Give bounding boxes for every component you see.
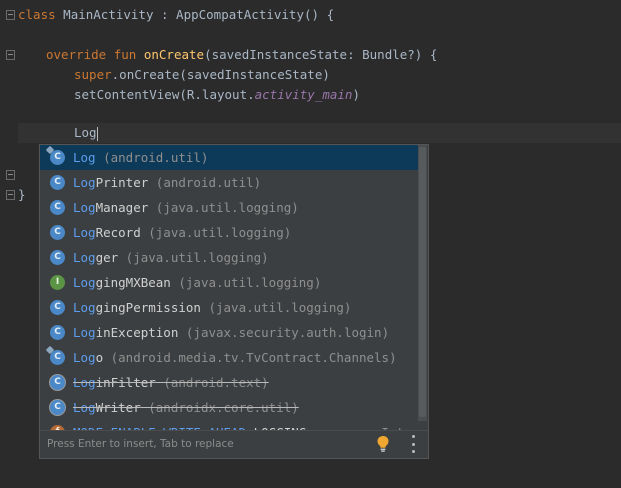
- code-line-super[interactable]: super.onCreate(savedInstanceState): [74, 65, 330, 85]
- text-caret: [96, 126, 98, 141]
- completion-location: (javax.security.auth.login): [178, 325, 390, 340]
- interface-icon: I: [50, 275, 65, 290]
- completion-rest: inException: [95, 325, 179, 340]
- completion-item-text: LoggingPermission (java.util.logging): [73, 295, 351, 320]
- code-line-typing[interactable]: Log: [74, 123, 98, 143]
- completion-item[interactable]: C Logo (android.media.tv.TvContract.Chann…: [40, 345, 418, 370]
- code-line-closing-brace[interactable]: }: [18, 185, 26, 205]
- scrollbar-thumb[interactable]: [419, 147, 426, 417]
- completion-item-text: LoggingMXBean (java.util.logging): [73, 270, 321, 295]
- completion-item-text: Log (android.util): [73, 145, 208, 170]
- function-name: onCreate: [143, 47, 205, 62]
- completion-match: Log: [73, 200, 96, 215]
- completion-match: Log: [73, 350, 96, 365]
- completion-item[interactable]: C LogWriter (androidx.core.util): [40, 395, 418, 420]
- completion-rest: inFilter: [95, 375, 156, 390]
- completion-match: Log: [73, 400, 96, 415]
- code-line-setcontentview[interactable]: setContentView(R.layout.activity_main): [74, 85, 360, 105]
- completion-match: Log: [73, 250, 96, 265]
- completion-item[interactable]: I LoggingMXBean (java.util.logging): [40, 270, 418, 295]
- completion-rest: gingPermission: [95, 300, 201, 315]
- completion-item[interactable]: C LoginException (javax.security.auth.log…: [40, 320, 418, 345]
- completion-item[interactable]: C LoggingPermission (java.util.logging): [40, 295, 418, 320]
- completion-location: (java.util.logging): [200, 300, 352, 315]
- set-content-view-call: setContentView(R.layout.: [74, 87, 255, 102]
- current-line-highlight: [18, 123, 621, 143]
- completion-rest: Record: [95, 225, 141, 240]
- completion-match: Log: [73, 325, 96, 340]
- completion-location: (android.util): [148, 175, 262, 190]
- completion-item-text: LogPrinter (android.util): [73, 170, 261, 195]
- completion-scrollbar[interactable]: [418, 145, 427, 421]
- completion-item[interactable]: C LogManager (java.util.logging): [40, 195, 418, 220]
- closing-brace: }: [18, 187, 26, 202]
- code-line-override[interactable]: override fun onCreate(savedInstanceState…: [46, 45, 437, 65]
- class-icon: C: [50, 400, 65, 415]
- class-icon: C: [50, 225, 65, 240]
- completion-item-text: LogManager (java.util.logging): [73, 195, 299, 220]
- keyword-super: super: [74, 67, 112, 82]
- completion-item[interactable]: C Logger (java.util.logging): [40, 245, 418, 270]
- completion-rest: Writer: [95, 400, 141, 415]
- completion-location: (android.text): [155, 375, 269, 390]
- completion-item[interactable]: C Log (android.util): [40, 145, 418, 170]
- class-icon: C: [50, 350, 65, 365]
- completion-match: Log: [73, 275, 96, 290]
- class-icon: C: [50, 375, 65, 390]
- lightbulb-icon[interactable]: [377, 436, 389, 452]
- completion-item-text: Logo (android.media.tv.TvContract.Channe…: [73, 345, 397, 370]
- completion-location: (java.util.logging): [140, 225, 292, 240]
- code-completion-popup[interactable]: C Log (android.util) C LogPrinter (android.…: [39, 144, 429, 459]
- layout-resource: activity_main: [254, 87, 353, 102]
- class-icon: C: [50, 250, 65, 265]
- completion-item[interactable]: C LoginFilter (android.text): [40, 370, 418, 395]
- close-paren: ): [352, 87, 360, 102]
- completion-item-text: LoginFilter (android.text): [73, 370, 269, 395]
- completion-rest: o: [95, 350, 104, 365]
- completion-location: (java.util.logging): [148, 200, 299, 215]
- completion-location: (java.util.logging): [170, 275, 322, 290]
- completion-item-text: LogRecord (java.util.logging): [73, 220, 291, 245]
- class-icon: C: [50, 300, 65, 315]
- completion-match: Log: [73, 300, 96, 315]
- super-call: .onCreate(savedInstanceState): [111, 67, 330, 82]
- completion-match: Log: [73, 375, 96, 390]
- completion-rest: Manager: [95, 200, 149, 215]
- completion-match: Log: [73, 225, 96, 240]
- keyword-override: override: [46, 47, 107, 62]
- class-declaration: MainActivity : AppCompatActivity() {: [55, 7, 335, 22]
- fold-marker-method[interactable]: [6, 50, 15, 60]
- class-icon: C: [50, 175, 65, 190]
- fold-marker-class[interactable]: [6, 10, 15, 20]
- completion-match: Log: [73, 150, 96, 165]
- completion-match: Log: [73, 175, 96, 190]
- class-icon: C: [50, 325, 65, 340]
- completion-location: (android.util): [95, 150, 209, 165]
- class-icon: C: [50, 200, 65, 215]
- fold-marker-class-end[interactable]: [6, 190, 15, 200]
- keyword-class: class: [18, 7, 56, 22]
- completion-item-text: LoginException (javax.security.auth.logi…: [73, 320, 389, 345]
- completion-item-text: Logger (java.util.logging): [73, 245, 269, 270]
- completion-item-text: LogWriter (androidx.core.util): [73, 395, 299, 420]
- completion-item[interactable]: C LogRecord (java.util.logging): [40, 220, 418, 245]
- completion-footer: Press Enter to insert, Tab to replace: [40, 430, 428, 458]
- code-line-class[interactable]: class MainActivity : AppCompatActivity()…: [18, 5, 334, 25]
- completion-location: (androidx.core.util): [140, 400, 299, 415]
- footer-hint: Press Enter to insert, Tab to replace: [47, 438, 234, 450]
- class-icon: C: [50, 150, 65, 165]
- function-params: (savedInstanceState: Bundle?) {: [204, 47, 438, 62]
- completion-item[interactable]: C LogPrinter (android.util): [40, 170, 418, 195]
- completion-rest: gingMXBean: [95, 275, 171, 290]
- typed-text: Log: [74, 125, 97, 140]
- keyword-fun: fun: [113, 47, 137, 62]
- completion-rest: Printer: [95, 175, 149, 190]
- completion-list[interactable]: C Log (android.util) C LogPrinter (android.…: [40, 145, 418, 433]
- completion-location: (android.media.tv.TvContract.Channels): [103, 350, 397, 365]
- fold-marker-method-end[interactable]: [6, 170, 15, 180]
- completion-rest: ger: [95, 250, 119, 265]
- more-options-icon[interactable]: [410, 435, 416, 453]
- completion-location: (java.util.logging): [118, 250, 269, 265]
